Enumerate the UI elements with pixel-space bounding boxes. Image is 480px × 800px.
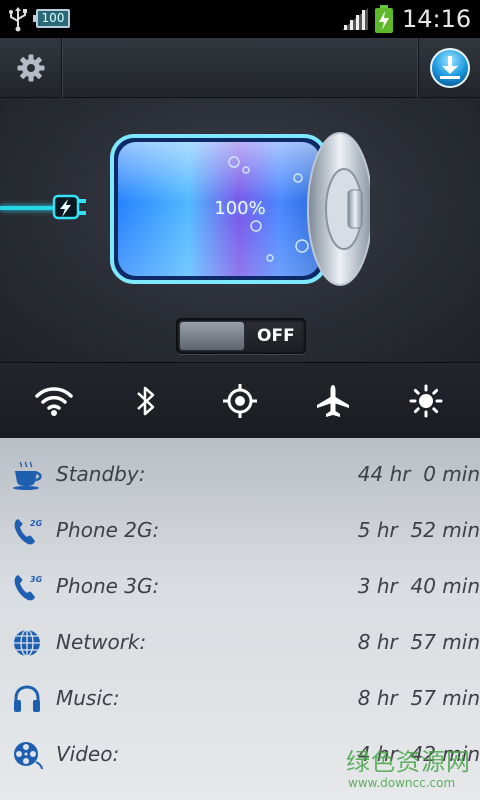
airplane-icon xyxy=(317,385,349,417)
brightness-icon xyxy=(409,384,443,418)
usage-value: 3 hr 40 min xyxy=(357,574,480,598)
gps-toggle[interactable] xyxy=(192,363,288,439)
usage-value: 44 hr 0 min xyxy=(357,462,480,486)
film-reel-icon xyxy=(14,742,43,770)
toggle-label: OFF xyxy=(257,326,295,346)
usage-label: Standby: xyxy=(56,462,146,486)
wifi-icon xyxy=(35,387,73,416)
usage-label: Phone 3G: xyxy=(56,574,160,598)
settings-button[interactable] xyxy=(0,38,62,98)
brightness-toggle[interactable] xyxy=(378,363,474,439)
battery-status-level: 100 xyxy=(41,11,65,25)
usb-icon xyxy=(9,7,27,32)
usage-value: 8 hr 57 min xyxy=(357,630,480,654)
watermark-url: www.downcc.com xyxy=(348,776,456,790)
clock: 14:16 xyxy=(402,5,472,33)
phone-3g-icon: 3G xyxy=(14,575,43,601)
top-toolbar xyxy=(0,38,480,98)
battery-panel: 100% OFF xyxy=(0,98,480,362)
bluetooth-icon xyxy=(137,386,155,416)
svg-text:2G: 2G xyxy=(30,519,43,528)
bluetooth-toggle[interactable] xyxy=(98,363,194,439)
list-item[interactable]: Network: 8 hr 57 min xyxy=(0,614,480,670)
usage-label: Network: xyxy=(56,630,147,654)
list-item[interactable]: 3G Phone 3G: 3 hr 40 min xyxy=(0,558,480,614)
download-icon xyxy=(429,48,470,88)
charging-icon xyxy=(375,5,393,33)
watermark-title: 绿色资源网 xyxy=(346,748,471,776)
svg-text:3G: 3G xyxy=(30,575,43,584)
phone-2g-icon: 2G xyxy=(14,519,43,545)
status-bar: 100 14:16 xyxy=(0,0,480,38)
globe-icon xyxy=(14,629,40,657)
quick-settings-bar xyxy=(0,362,480,438)
gps-icon xyxy=(223,384,257,418)
toggle-knob[interactable] xyxy=(179,321,245,351)
usage-value: 5 hr 52 min xyxy=(357,518,480,542)
watermark: 绿色资源网 www.downcc.com xyxy=(340,742,480,800)
airplane-toggle[interactable] xyxy=(285,363,381,439)
power-toggle[interactable]: OFF xyxy=(176,318,306,354)
usage-label: Phone 2G: xyxy=(56,518,160,542)
list-item[interactable]: 2G Phone 2G: 5 hr 52 min xyxy=(0,502,480,558)
headphones-icon xyxy=(14,685,40,712)
signal-icon xyxy=(342,8,368,30)
download-button[interactable] xyxy=(418,38,480,98)
wifi-toggle[interactable] xyxy=(6,363,102,439)
usage-label: Video: xyxy=(56,742,120,766)
plug-icon xyxy=(52,194,86,220)
charging-cable xyxy=(0,206,60,210)
battery-percent: 100% xyxy=(214,198,266,219)
usage-value: 8 hr 57 min xyxy=(357,686,480,710)
battery-status-icon: 100 xyxy=(33,9,70,28)
list-item[interactable]: Music: 8 hr 57 min xyxy=(0,670,480,726)
coffee-cup-icon xyxy=(13,461,42,490)
usage-label: Music: xyxy=(56,686,120,710)
gear-icon xyxy=(17,54,44,82)
list-item[interactable]: Standby: 44 hr 0 min xyxy=(0,446,480,502)
